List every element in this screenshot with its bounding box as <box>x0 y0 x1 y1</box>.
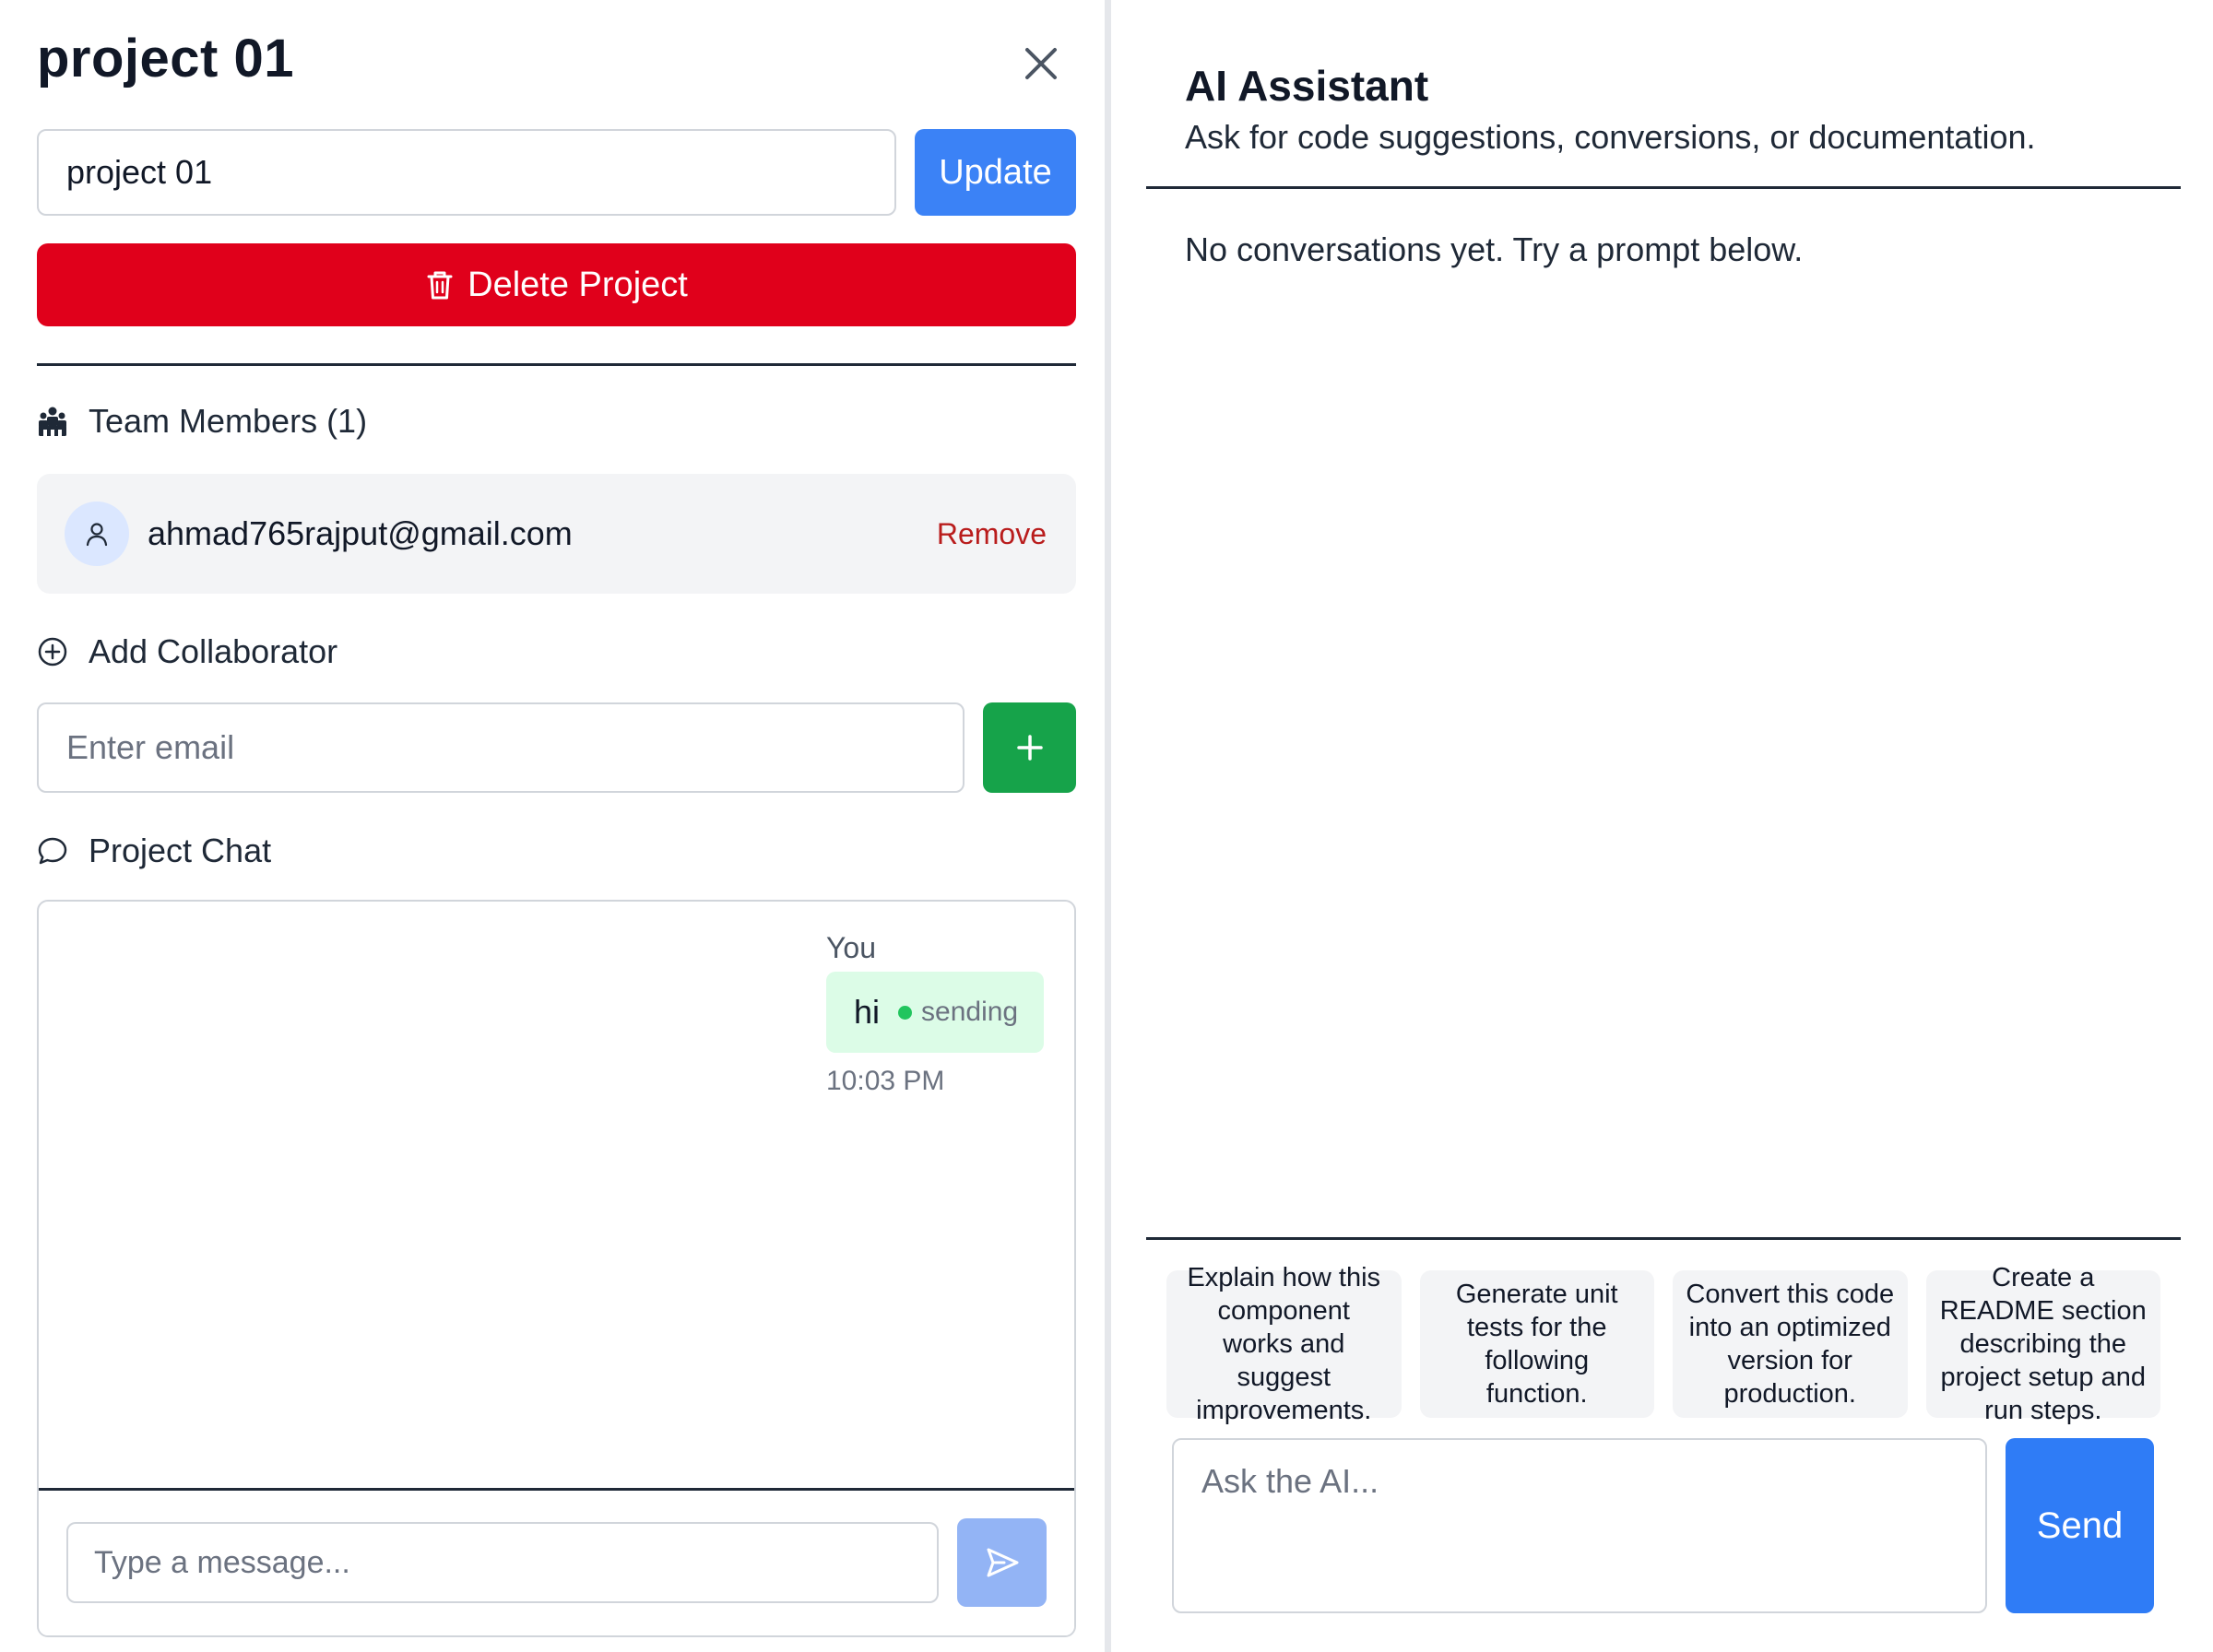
send-icon <box>987 1548 1018 1577</box>
ai-prompt-input[interactable] <box>1172 1438 1987 1613</box>
message-sender: You <box>826 931 876 964</box>
project-title: project 01 <box>37 29 294 88</box>
update-button-label: Update <box>939 152 1052 192</box>
team-member-card: ahmad765rajput@gmail.com Remove <box>37 474 1076 594</box>
project-chat-header: Project Chat <box>37 832 271 870</box>
suggested-prompts: Explain how this component works and sug… <box>1166 1263 2160 1425</box>
team-icon <box>39 407 66 436</box>
avatar <box>65 502 129 566</box>
remove-member-button[interactable]: Remove <box>937 517 1047 551</box>
collaborator-email-input[interactable] <box>37 702 964 793</box>
plus-circle-icon <box>38 637 67 667</box>
update-button[interactable]: Update <box>915 129 1076 216</box>
delete-project-button[interactable]: Delete Project <box>37 243 1076 326</box>
ai-send-button[interactable]: Send <box>2006 1438 2154 1613</box>
ai-empty-state: No conversations yet. Try a prompt below… <box>1185 230 1804 268</box>
user-icon <box>86 523 108 547</box>
chat-bubble-icon <box>38 837 67 865</box>
prompt-chip-unit-tests[interactable]: Generate unit tests for the following fu… <box>1419 1270 1654 1418</box>
message-status-label: sending <box>921 997 1019 1027</box>
ai-assistant-subtitle: Ask for code suggestions, conversions, o… <box>1185 118 2036 156</box>
message-timestamp: 10:03 PM <box>826 1066 945 1096</box>
message-bubble: hi sending <box>826 972 1044 1053</box>
team-members-title: Team Members (1) <box>89 402 368 440</box>
message-text: hi <box>854 993 881 1031</box>
prompt-chip-readme[interactable]: Create a README section describing the p… <box>1925 1263 2160 1425</box>
chat-window: You hi sending 10:03 PM <box>37 900 1076 1637</box>
project-settings-panel: project 01 Update Delete Project <box>0 0 1105 1652</box>
team-members-header: Team Members (1) <box>37 402 367 441</box>
plus-icon <box>1016 735 1043 761</box>
project-name-input[interactable] <box>37 129 896 216</box>
ai-send-label: Send <box>2036 1504 2124 1546</box>
message-status: sending <box>898 997 1018 1028</box>
project-chat-title: Project Chat <box>89 832 272 869</box>
status-dot-icon <box>898 1005 913 1020</box>
ai-assistant-title: AI Assistant <box>1185 62 1429 110</box>
section-divider <box>37 363 1076 366</box>
delete-project-label: Delete Project <box>467 265 688 304</box>
chat-message-input[interactable] <box>66 1522 939 1603</box>
close-icon <box>1025 48 1057 79</box>
member-email: ahmad765rajput@gmail.com <box>148 514 573 552</box>
prompt-chip-optimize[interactable]: Convert this code into an optimized vers… <box>1673 1270 1908 1418</box>
chat-composer <box>39 1488 1074 1635</box>
panel-divider <box>1105 0 1111 1652</box>
trash-icon <box>427 271 453 300</box>
ai-assistant-panel: AI Assistant Ask for code suggestions, c… <box>1111 0 2213 1652</box>
ai-header-divider <box>1146 186 2181 189</box>
prompt-chip-explain[interactable]: Explain how this component works and sug… <box>1166 1263 1402 1425</box>
ai-footer-divider <box>1146 1237 2181 1240</box>
add-collaborator-title: Add Collaborator <box>89 632 338 670</box>
chat-send-button[interactable] <box>957 1518 1047 1607</box>
add-collaborator-button[interactable] <box>983 702 1076 793</box>
add-collaborator-header: Add Collaborator <box>37 632 337 671</box>
close-button[interactable] <box>1018 41 1064 87</box>
